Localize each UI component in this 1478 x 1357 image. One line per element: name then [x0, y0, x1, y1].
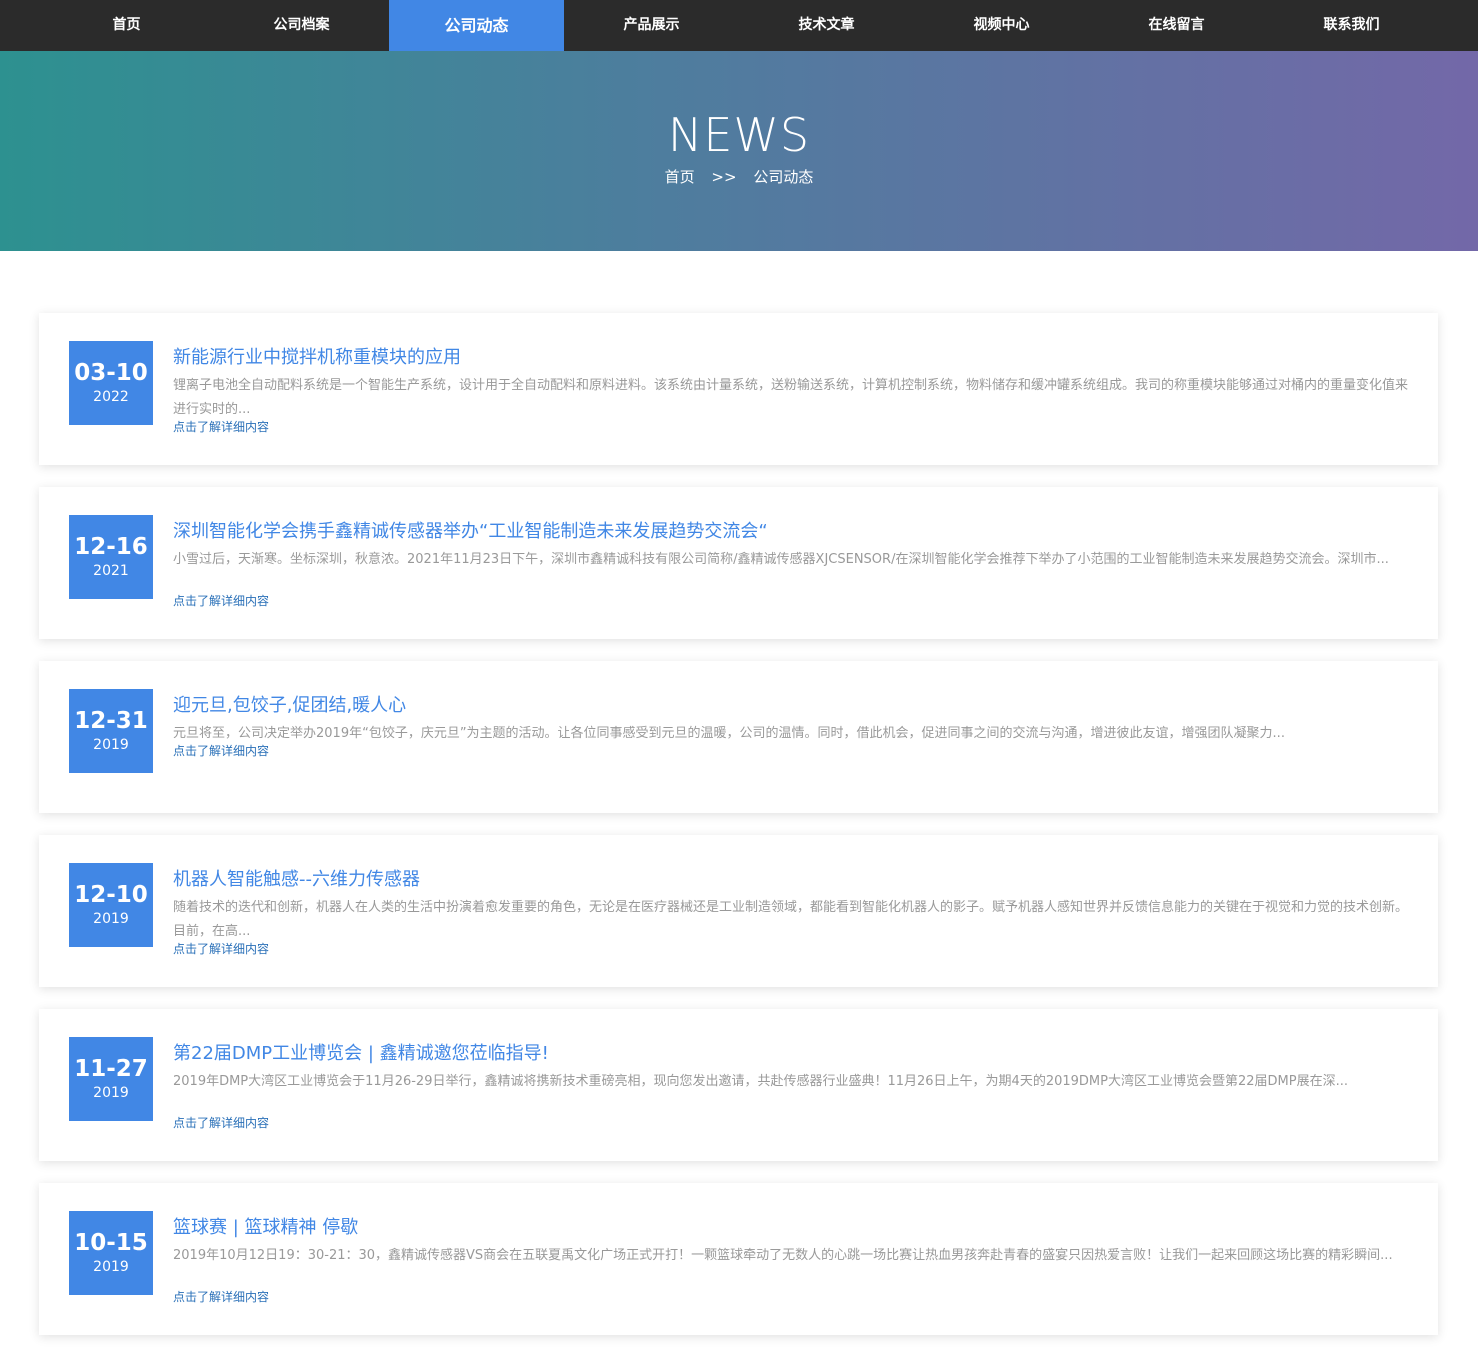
- news-date-month-day: 03-10: [74, 360, 148, 386]
- news-date-year: 2019: [93, 1085, 129, 1101]
- news-list: 03-10 2022 新能源行业中搅拌机称重模块的应用 锂离子电池全自动配料系统…: [39, 313, 1438, 1357]
- news-title-link[interactable]: 第22届DMP工业博览会 | 鑫精诚邀您莅临指导!: [173, 1042, 549, 1066]
- nav-item-company-profile[interactable]: 公司档案: [214, 0, 389, 51]
- news-date-year: 2022: [93, 389, 129, 405]
- news-date-badge[interactable]: 12-31 2019: [69, 689, 153, 773]
- news-title-link[interactable]: 机器人智能触感--六维力传感器: [173, 868, 420, 892]
- nav-item-video-center[interactable]: 视频中心: [914, 0, 1089, 51]
- breadcrumb-home-link[interactable]: 首页: [665, 168, 695, 186]
- news-read-more-link[interactable]: 点击了解详细内容: [173, 1115, 269, 1131]
- news-date-month-day: 12-16: [74, 534, 148, 560]
- nav-item-online-message[interactable]: 在线留言: [1089, 0, 1264, 51]
- news-item: 12-16 2021 深圳智能化学会携手鑫精诚传感器举办“工业智能制造未来发展趋…: [39, 487, 1438, 639]
- news-item: 11-27 2019 第22届DMP工业博览会 | 鑫精诚邀您莅临指导! 201…: [39, 1009, 1438, 1161]
- news-date-badge[interactable]: 11-27 2019: [69, 1037, 153, 1121]
- news-read-more-link[interactable]: 点击了解详细内容: [173, 743, 269, 759]
- news-title-link[interactable]: 迎元旦,包饺子,促团结,暖人心: [173, 694, 406, 718]
- breadcrumb-separator: >>: [711, 168, 737, 186]
- news-date-month-day: 11-27: [74, 1056, 148, 1082]
- news-date-year: 2019: [93, 911, 129, 927]
- news-read-more-link[interactable]: 点击了解详细内容: [173, 941, 269, 957]
- news-date-year: 2021: [93, 563, 129, 579]
- top-nav: 首页 公司档案 公司动态 产品展示 技术文章 视频中心 在线留言 联系我们: [0, 0, 1478, 51]
- news-title-link[interactable]: 新能源行业中搅拌机称重模块的应用: [173, 346, 461, 370]
- news-summary: 2019年10月12日19：30-21：30，鑫精诚传感器VS商会在五联夏禹文化…: [173, 1248, 1393, 1263]
- news-date-month-day: 12-10: [74, 882, 148, 908]
- news-date-month-day: 10-15: [74, 1230, 148, 1256]
- news-item: 03-10 2022 新能源行业中搅拌机称重模块的应用 锂离子电池全自动配料系统…: [39, 313, 1438, 465]
- news-title-link[interactable]: 深圳智能化学会携手鑫精诚传感器举办“工业智能制造未来发展趋势交流会“: [173, 520, 768, 544]
- nav-item-products[interactable]: 产品展示: [564, 0, 739, 51]
- news-item: 12-10 2019 机器人智能触感--六维力传感器 随着技术的迭代和创新，机器…: [39, 835, 1438, 987]
- news-date-badge[interactable]: 03-10 2022: [69, 341, 153, 425]
- news-date-badge[interactable]: 10-15 2019: [69, 1211, 153, 1295]
- news-summary: 元旦将至，公司决定举办2019年“包饺子，庆元旦”为主题的活动。让各位同事感受到…: [173, 726, 1285, 741]
- page-title: NEWS: [667, 108, 811, 162]
- breadcrumb: 首页 >> 公司动态: [0, 167, 1478, 187]
- breadcrumb-current[interactable]: 公司动态: [753, 168, 813, 186]
- news-read-more-link[interactable]: 点击了解详细内容: [173, 1289, 269, 1305]
- news-date-year: 2019: [93, 737, 129, 753]
- news-item: 10-15 2019 篮球赛 | 篮球精神 停歇 2019年10月12日19：3…: [39, 1183, 1438, 1335]
- news-item: 12-31 2019 迎元旦,包饺子,促团结,暖人心 元旦将至，公司决定举办20…: [39, 661, 1438, 813]
- nav-item-company-news[interactable]: 公司动态: [389, 0, 564, 51]
- news-summary: 随着技术的迭代和创新，机器人在人类的生活中扮演着愈发重要的角色，无论是在医疗器械…: [173, 900, 1409, 939]
- nav-item-contact-us[interactable]: 联系我们: [1264, 0, 1439, 51]
- news-summary: 2019年DMP大湾区工业博览会于11月26-29日举行，鑫精诚将携新技术重磅亮…: [173, 1074, 1348, 1089]
- news-read-more-link[interactable]: 点击了解详细内容: [173, 593, 269, 609]
- news-summary: 锂离子电池全自动配料系统是一个智能生产系统，设计用于全自动配料和原料进料。该系统…: [173, 378, 1409, 417]
- nav-item-home[interactable]: 首页: [39, 0, 214, 51]
- news-date-badge[interactable]: 12-10 2019: [69, 863, 153, 947]
- nav-item-tech-articles[interactable]: 技术文章: [739, 0, 914, 51]
- news-title-link[interactable]: 篮球赛 | 篮球精神 停歇: [173, 1216, 358, 1240]
- news-date-year: 2019: [93, 1259, 129, 1275]
- news-summary: 小雪过后，天渐寒。坐标深圳，秋意浓。2021年11月23日下午，深圳市鑫精诚科技…: [173, 552, 1389, 567]
- page-banner: NEWS 首页 >> 公司动态: [0, 51, 1478, 251]
- news-date-month-day: 12-31: [74, 708, 148, 734]
- news-date-badge[interactable]: 12-16 2021: [69, 515, 153, 599]
- news-read-more-link[interactable]: 点击了解详细内容: [173, 419, 269, 435]
